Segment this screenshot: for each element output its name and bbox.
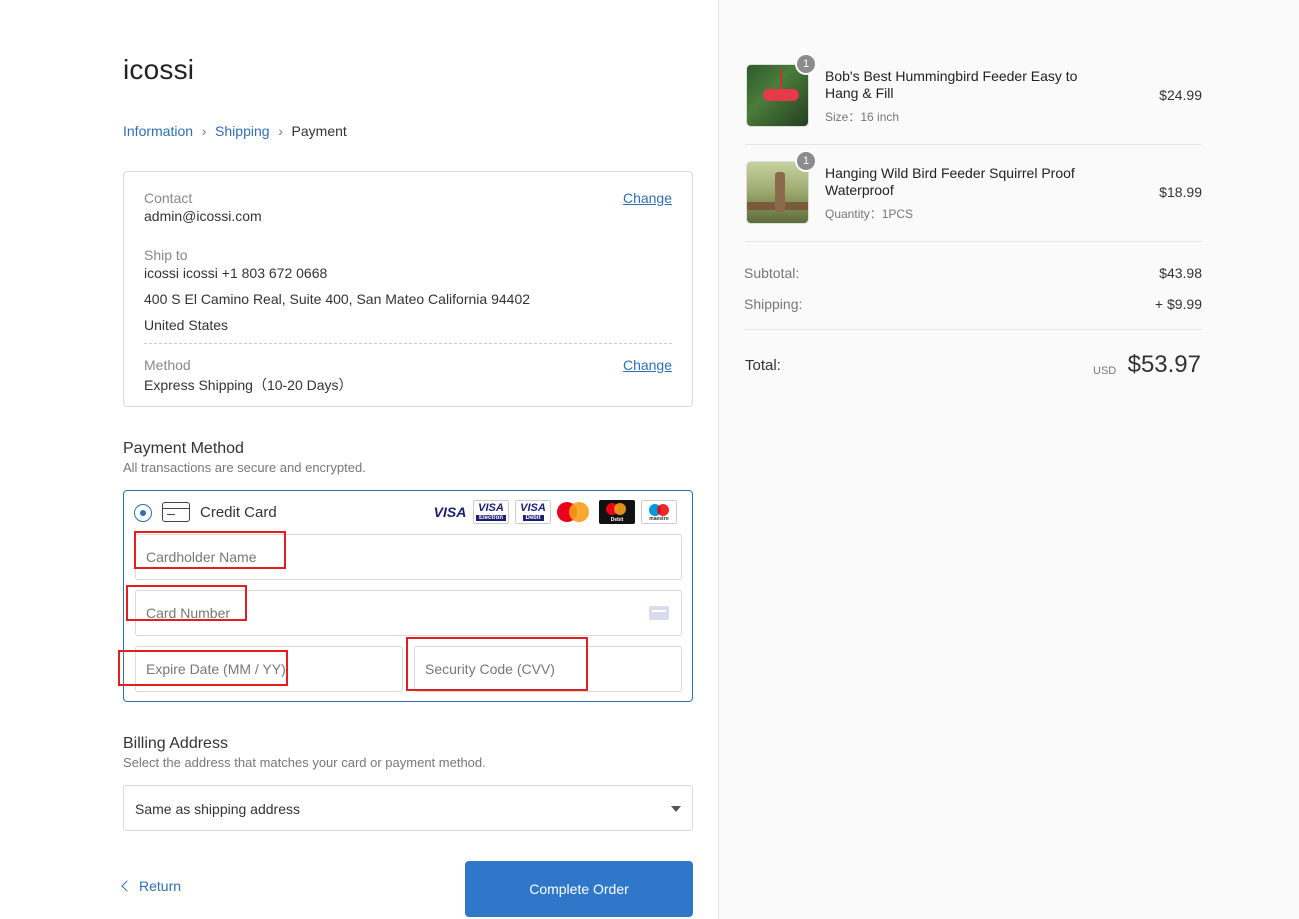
expire-date-input[interactable] xyxy=(136,647,402,691)
visa-debit-logo-icon: VISA Debit xyxy=(515,500,551,524)
contact-label: Contact xyxy=(144,190,193,206)
change-method-link[interactable]: Change xyxy=(623,357,672,373)
visa-logo-icon: VISA xyxy=(433,504,467,520)
visa-debit-text: VISA xyxy=(520,502,546,514)
breadcrumb-payment: Payment xyxy=(291,123,347,139)
product-name: Hanging Wild Bird Feeder Squirrel Proof … xyxy=(825,165,1075,198)
caret-down-icon xyxy=(671,806,681,812)
payment-method-title: Payment Method xyxy=(123,440,244,457)
payment-method-subtitle: All transactions are secure and encrypte… xyxy=(123,460,366,475)
chevron-left-icon xyxy=(121,880,133,892)
total-value: $53.97 xyxy=(1127,351,1201,378)
subtotal-label: Subtotal: xyxy=(744,265,800,281)
ship-to-line-2: 400 S El Camino Real, Suite 400, San Mat… xyxy=(144,291,531,307)
subtotal-value: $43.98 xyxy=(1159,265,1202,281)
credit-card-radio[interactable] xyxy=(134,504,152,522)
cart-item: 1 Hanging Wild Bird Feeder Squirrel Proo… xyxy=(745,145,1202,242)
billing-address-select[interactable]: Same as shipping address xyxy=(123,785,693,831)
chevron-right-icon: › xyxy=(278,123,283,139)
checkout-main-panel: icossi Information › Shipping › Payment … xyxy=(0,0,718,919)
shipping-value: + $9.99 xyxy=(1154,296,1202,312)
ship-to-line-1: icossi icossi +1 803 672 0668 xyxy=(144,265,328,281)
credit-card-icon xyxy=(162,502,190,522)
product-price: $18.99 xyxy=(1159,184,1202,200)
order-info-summary: Contact admin@icossi.com Change Ship to … xyxy=(123,171,693,407)
security-code-input[interactable] xyxy=(415,647,681,691)
mastercard-debit-logo-icon: Debit xyxy=(599,500,635,524)
subtotal-row: Subtotal: $43.98 xyxy=(744,265,1202,281)
contact-value: admin@icossi.com xyxy=(144,208,262,224)
billing-address-subtitle: Select the address that matches your car… xyxy=(123,755,486,770)
change-contact-link[interactable]: Change xyxy=(623,190,672,206)
card-number-icon xyxy=(649,606,669,620)
visa-electron-text: VISA xyxy=(478,502,504,514)
mastercard-logo-icon xyxy=(557,500,593,524)
total-label: Total: xyxy=(745,357,781,374)
product-price: $24.99 xyxy=(1159,87,1202,103)
mastercard-debit-small-text: Debit xyxy=(610,517,624,523)
card-logos: VISA VISA Electron VISA Debit Debit maes… xyxy=(433,500,677,524)
chevron-right-icon: › xyxy=(201,123,207,139)
return-link[interactable]: Return xyxy=(121,878,182,894)
product-variant: Size：16 inch xyxy=(825,110,900,124)
credit-card-payment-box: Credit Card VISA VISA Electron VISA Debi… xyxy=(123,490,693,702)
security-code-field xyxy=(414,646,682,692)
store-logo[interactable]: icossi xyxy=(123,54,194,86)
visa-electron-small-text: Electron xyxy=(475,515,506,521)
billing-address-title: Billing Address xyxy=(123,735,228,752)
expire-date-field xyxy=(135,646,403,692)
ship-to-line-3: United States xyxy=(144,317,229,333)
total-currency: USD xyxy=(1093,365,1117,377)
shipping-label: Shipping: xyxy=(744,296,803,312)
product-name: Bob's Best Hummingbird Feeder Easy to Ha… xyxy=(825,68,1078,101)
visa-electron-logo-icon: VISA Electron xyxy=(473,500,509,524)
visa-debit-small-text: Debit xyxy=(522,515,544,521)
breadcrumb-shipping[interactable]: Shipping xyxy=(215,123,270,139)
maestro-logo-icon: maestro xyxy=(641,500,677,524)
product-variant: Quantity：1PCS xyxy=(825,207,914,221)
divider xyxy=(144,343,672,344)
shipping-row: Shipping: + $9.99 xyxy=(744,296,1202,312)
ship-to-label: Ship to xyxy=(144,247,188,263)
cardholder-name-field xyxy=(135,534,682,580)
breadcrumb: Information › Shipping › Payment xyxy=(123,123,347,139)
billing-address-selected: Same as shipping address xyxy=(135,801,300,817)
method-value: Express Shipping（10-20 Days） xyxy=(144,377,353,393)
cart-item: 1 Bob's Best Hummingbird Feeder Easy to … xyxy=(745,48,1202,145)
cardholder-name-input[interactable] xyxy=(136,535,681,579)
return-label: Return xyxy=(139,878,182,894)
method-label: Method xyxy=(144,357,191,373)
card-number-field xyxy=(135,590,682,636)
credit-card-label[interactable]: Credit Card xyxy=(200,504,277,521)
breadcrumb-information[interactable]: Information xyxy=(123,123,193,139)
order-summary-panel: 1 Bob's Best Hummingbird Feeder Easy to … xyxy=(718,0,1299,919)
divider xyxy=(744,329,1202,330)
quantity-badge: 1 xyxy=(795,150,817,172)
quantity-badge: 1 xyxy=(795,53,817,75)
complete-order-button[interactable]: Complete Order xyxy=(465,861,693,917)
maestro-small-text: maestro xyxy=(649,516,669,522)
card-number-input[interactable] xyxy=(136,591,681,635)
